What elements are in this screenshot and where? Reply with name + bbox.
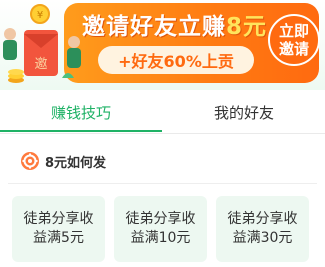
invite-banner[interactable]: 邀 ¥ 邀请好友立赚8元 +好友60%上贡 立即 邀请 <box>0 0 325 90</box>
tab-label: 我的好友 <box>213 103 274 122</box>
tab-bar: 赚钱技巧 我的好友 <box>0 90 325 134</box>
illustration-image: 邀 ¥ <box>3 4 81 83</box>
bonus-pill: +好友60%上贡 <box>98 46 254 74</box>
divider <box>0 133 325 134</box>
section-header: 8元如何发 <box>20 148 106 174</box>
reward-card[interactable]: 徒弟分享收 益满30元 <box>216 196 309 262</box>
svg-text:邀: 邀 <box>34 57 47 72</box>
invite-now-button[interactable]: 立即 邀请 <box>268 14 320 66</box>
reward-card[interactable]: 徒弟分享收 益满10元 <box>114 196 207 262</box>
tab-my-friends[interactable]: 我的好友 <box>163 90 325 134</box>
tab-active-indicator <box>0 130 162 132</box>
banner-title: 邀请好友立赚8元 <box>82 14 268 40</box>
tab-earning-tips[interactable]: 赚钱技巧 <box>0 90 162 134</box>
svg-text:¥: ¥ <box>37 10 43 21</box>
tab-label: 赚钱技巧 <box>50 103 111 122</box>
reward-card[interactable]: 徒弟分享收 益满5元 <box>12 196 105 262</box>
section-title: 8元如何发 <box>45 155 107 171</box>
divider <box>8 183 317 184</box>
banner-amount: 8元 <box>226 14 268 40</box>
gear-icon <box>21 152 39 170</box>
